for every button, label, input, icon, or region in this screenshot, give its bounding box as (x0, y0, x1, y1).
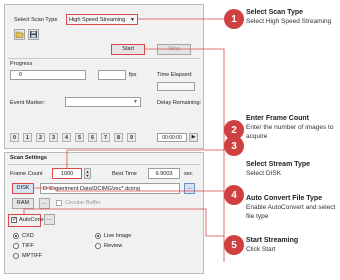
disk-button[interactable]: DISK (12, 183, 34, 194)
event-digit-button[interactable]: 9 (127, 133, 136, 142)
step-5-desc: Click Start (246, 246, 276, 253)
ram-button[interactable]: RAM (12, 198, 34, 209)
step-3-title: Select Stream Type (246, 161, 311, 168)
step-4-title: Auto Convert File Type (246, 195, 323, 202)
step-5-badge: 5 (224, 235, 244, 255)
start-button[interactable]: Start (111, 44, 145, 55)
divider (8, 164, 200, 165)
progress-label: Progress (10, 61, 33, 67)
divider (8, 58, 200, 59)
scan-type-value: High Speed Streaming (69, 16, 126, 23)
event-digit-button[interactable]: 3 (49, 133, 58, 142)
step-1-desc: Select High Speed Streaming (246, 18, 332, 25)
step-4-badge: 4 (224, 185, 244, 205)
review-radio[interactable] (95, 243, 101, 249)
event-digit-button[interactable]: 6 (88, 133, 97, 142)
event-digit-button[interactable]: 2 (36, 133, 45, 142)
ram-options-button[interactable]: ... (39, 198, 50, 209)
event-digit-button[interactable]: 7 (101, 133, 110, 142)
event-digit-button[interactable]: 5 (75, 133, 84, 142)
event-digit-button[interactable]: 8 (114, 133, 123, 142)
format-cxd-label: CXD (22, 233, 34, 239)
chevron-down-icon: ▼ (130, 16, 135, 23)
circular-buffer-checkbox[interactable] (56, 200, 62, 206)
chevron-down-icon: ▼ (133, 99, 138, 105)
event-marker-label: Event Marker: (10, 100, 45, 106)
frame-count-label: Frame Count (10, 171, 43, 177)
event-marker-select[interactable]: ▼ (65, 97, 141, 107)
review-label: Review (104, 243, 123, 249)
format-mptiff-label: MPTIFF (22, 253, 43, 259)
format-mptiff-radio[interactable] (13, 253, 19, 259)
disk-path-input[interactable]: D:\Experiment Data\DCIMG\rec*.dcimg (40, 183, 180, 194)
best-time-value: 9.9003 (155, 170, 173, 177)
live-image-label: Live Image (104, 233, 132, 239)
frame-count-value: 1000 (60, 170, 74, 177)
step-5-title: Start Streaming (246, 237, 299, 244)
delay-remaining-value: 00:00:00 (162, 134, 182, 141)
progress-count-field: 0 (10, 70, 86, 80)
circular-buffer-label: Circular Buffer (65, 200, 101, 206)
delay-remaining-field[interactable]: 00:00:00 (157, 133, 187, 142)
scan-type-label: Select Scan Type (14, 17, 58, 23)
scan-settings-title: Scan Settings (10, 155, 47, 161)
floppy-disk-icon[interactable] (28, 29, 39, 40)
fps-field (98, 70, 126, 80)
step-1-badge: 1 (224, 9, 244, 29)
best-time-field: 9.9003 (148, 168, 180, 179)
frame-count-input[interactable]: 1000 (52, 168, 82, 179)
step-4-desc: Enable AutoConvert and select file type (246, 204, 336, 220)
time-elapsed-field (157, 82, 195, 91)
format-tiff-radio[interactable] (13, 243, 19, 249)
step-1-title: Select Scan Type (246, 9, 304, 16)
frame-count-stepper[interactable]: ▲ ▼ (84, 168, 91, 179)
live-image-radio[interactable] (95, 233, 101, 239)
spin-down-icon: ▼ (85, 172, 90, 178)
best-time-unit: sec (184, 171, 193, 177)
play-icon: ▶ (191, 134, 196, 140)
format-cxd-radio[interactable] (13, 233, 19, 239)
step-2-desc: Enter the number of images to acquire (246, 124, 334, 140)
progress-count-value: 0 (19, 72, 23, 78)
time-elapsed-label: Time Elapsed: (157, 72, 193, 78)
disk-path-value: D:\Experiment Data\DCIMG\rec*.dcimg (43, 185, 140, 192)
scan-type-select[interactable]: High Speed Streaming ▼ (66, 14, 138, 25)
browse-button[interactable]: ... (184, 183, 195, 194)
step-3-badge: 3 (224, 136, 244, 156)
autoconvert-checkbox[interactable]: ✓ (11, 217, 17, 223)
event-digit-button[interactable]: 0 (10, 133, 19, 142)
step-2-title: Enter Frame Count (246, 115, 310, 122)
delay-remaining-label: Delay Remaining: (157, 100, 202, 106)
format-tiff-label: TIFF (22, 243, 34, 249)
event-digit-button[interactable]: 1 (23, 133, 32, 142)
step-3-desc: Select DISK (246, 170, 282, 177)
delay-play-button[interactable]: ▶ (189, 133, 198, 142)
fps-unit: fps (129, 72, 137, 78)
folder-open-icon[interactable] (14, 29, 25, 40)
stop-button[interactable]: Stop (157, 44, 191, 55)
best-time-label: Best Time (112, 171, 137, 177)
autoconvert-options-button[interactable]: ... (44, 214, 55, 225)
event-digit-button[interactable]: 4 (62, 133, 71, 142)
